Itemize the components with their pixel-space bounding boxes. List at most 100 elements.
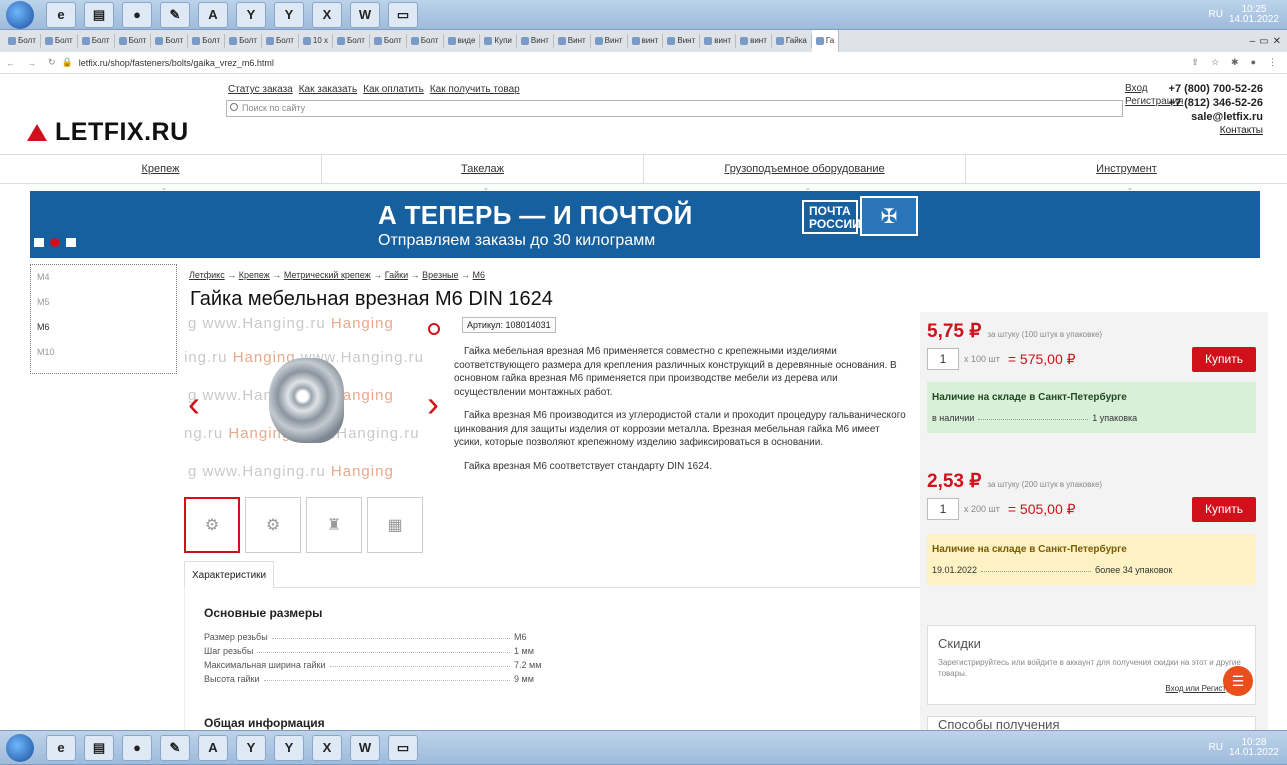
clock[interactable]: 10:28 14.01.2022 bbox=[1229, 737, 1279, 758]
breadcrumb-item[interactable]: Метрический крепеж bbox=[284, 270, 371, 280]
taskbar-app-icon[interactable]: Y bbox=[274, 734, 304, 761]
thumbnail-image[interactable]: ⚙ bbox=[184, 497, 240, 553]
breadcrumb-item[interactable]: Гайки bbox=[385, 270, 408, 280]
maximize-icon[interactable]: ▭ bbox=[1259, 36, 1268, 47]
promo-banner[interactable]: А ТЕПЕРЬ — И ПОЧТОЙ Отправляем заказы до… bbox=[30, 191, 1260, 258]
link-how-to-receive[interactable]: Как получить товар bbox=[430, 84, 520, 95]
profile-icon[interactable]: ● bbox=[1251, 57, 1256, 68]
taskbar-app-icon[interactable]: ▤ bbox=[84, 1, 114, 28]
sidebar-item-m5[interactable]: M5 bbox=[31, 290, 176, 315]
search-input[interactable]: Поиск по сайту bbox=[226, 100, 1123, 117]
share-icon[interactable]: ⇪ bbox=[1191, 57, 1199, 68]
taskbar-app-icon[interactable]: e bbox=[46, 1, 76, 28]
gallery-next-arrow-icon[interactable]: › bbox=[427, 383, 439, 425]
taskbar-app-icon[interactable]: ✎ bbox=[160, 1, 190, 28]
taskbar-app-icon[interactable]: A bbox=[198, 734, 228, 761]
breadcrumb-item[interactable]: М6 bbox=[473, 270, 486, 280]
thumbnail-image[interactable]: ♜ bbox=[306, 497, 362, 553]
buy-button[interactable]: Купить bbox=[1192, 497, 1256, 522]
language-indicator[interactable]: RU bbox=[1208, 9, 1222, 20]
browser-tab[interactable]: Болт bbox=[225, 34, 263, 48]
sidebar-item-m6[interactable]: M6 bbox=[31, 315, 176, 340]
product-image[interactable] bbox=[269, 358, 344, 443]
browser-tab[interactable]: винт bbox=[628, 34, 664, 48]
taskbar-app-icon[interactable]: ▭ bbox=[388, 1, 418, 28]
back-arrow-icon[interactable]: ← bbox=[0, 58, 21, 68]
nav-item-lifting[interactable]: Грузоподъемное оборудование ⌄ bbox=[643, 155, 965, 192]
browser-tab[interactable]: Болт bbox=[41, 34, 78, 48]
forward-arrow-icon[interactable]: → bbox=[21, 58, 42, 68]
quantity-input[interactable]: 1 bbox=[927, 498, 959, 520]
sidebar-item-m10[interactable]: M10 bbox=[31, 340, 176, 365]
discount-login-link[interactable]: Вход bbox=[1165, 684, 1183, 693]
browser-tab[interactable]: Болт bbox=[407, 34, 444, 48]
breadcrumb-item[interactable]: Крепеж bbox=[239, 270, 270, 280]
browser-tab[interactable]: Га bbox=[811, 30, 840, 52]
browser-tab[interactable]: 10 x bbox=[299, 34, 333, 48]
url-input[interactable]: letfix.ru/shop/fasteners/bolts/gaika_vre… bbox=[79, 58, 274, 68]
taskbar-app-icon[interactable]: A bbox=[198, 1, 228, 28]
banner-dot[interactable] bbox=[34, 238, 44, 247]
link-how-to-pay[interactable]: Как оплатить bbox=[363, 84, 424, 95]
taskbar-app-icon[interactable]: X bbox=[312, 734, 342, 761]
star-icon[interactable]: ☆ bbox=[1211, 57, 1219, 68]
product-gallery[interactable]: g www.Hanging.ru Hanging ing.ru Hanging … bbox=[184, 313, 456, 493]
site-logo[interactable]: LETFIX.RU bbox=[27, 118, 189, 147]
taskbar-app-icon[interactable]: W bbox=[350, 734, 380, 761]
browser-tab[interactable]: винт bbox=[700, 34, 737, 48]
taskbar-app-icon[interactable]: Y bbox=[274, 1, 304, 28]
email[interactable]: sale@letfix.ru bbox=[1169, 110, 1263, 124]
breadcrumb-item[interactable]: Врезные bbox=[422, 270, 458, 280]
browser-tab[interactable]: Болт bbox=[188, 34, 226, 48]
nav-item-fasteners[interactable]: Крепеж ⌄ bbox=[0, 155, 321, 192]
reload-icon[interactable]: ↻ bbox=[42, 57, 62, 68]
browser-tab[interactable]: Болт bbox=[262, 34, 299, 48]
language-indicator[interactable]: RU bbox=[1208, 742, 1222, 753]
extensions-icon[interactable]: ✱ bbox=[1231, 57, 1239, 68]
link-how-to-order[interactable]: Как заказать bbox=[299, 84, 357, 95]
breadcrumb-item[interactable]: Летфикс bbox=[189, 270, 225, 280]
clock[interactable]: 10:25 14.01.2022 bbox=[1229, 4, 1279, 25]
chat-icon[interactable]: ☰ bbox=[1223, 666, 1253, 696]
nav-item-tools[interactable]: Инструмент ⌄ bbox=[965, 155, 1287, 192]
browser-tab[interactable]: Купи bbox=[480, 34, 517, 48]
start-button[interactable] bbox=[6, 733, 34, 762]
banner-dot-active[interactable] bbox=[50, 238, 60, 247]
sidebar-item-m4[interactable]: M4 bbox=[31, 265, 176, 290]
browser-tab[interactable]: Болт bbox=[370, 34, 407, 48]
phone-2[interactable]: +7 (812) 346-52-26 bbox=[1169, 96, 1263, 110]
taskbar-app-icon[interactable]: ✎ bbox=[160, 734, 190, 761]
browser-tab[interactable]: Винт bbox=[591, 34, 628, 48]
browser-tab[interactable]: Болт bbox=[333, 34, 370, 48]
browser-tab[interactable]: Винт bbox=[517, 34, 554, 48]
taskbar-app-icon[interactable]: ▤ bbox=[84, 734, 114, 761]
browser-tab[interactable]: винт bbox=[736, 34, 772, 48]
tab-characteristics[interactable]: Характеристики bbox=[184, 561, 275, 588]
taskbar-app-icon[interactable]: Y bbox=[236, 734, 266, 761]
taskbar-app-icon[interactable]: e bbox=[46, 734, 76, 761]
taskbar-app-icon[interactable]: ● bbox=[122, 1, 152, 28]
phone-1[interactable]: +7 (800) 700-52-26 bbox=[1169, 82, 1263, 96]
link-order-status[interactable]: Статус заказа bbox=[228, 84, 293, 95]
browser-tab[interactable]: Винт bbox=[554, 34, 591, 48]
browser-tab[interactable]: Болт bbox=[115, 34, 152, 48]
browser-tab[interactable]: Болт bbox=[4, 34, 41, 48]
menu-dots-icon[interactable]: ⋮ bbox=[1268, 57, 1277, 68]
browser-tab[interactable]: Винт bbox=[663, 34, 701, 48]
start-button[interactable] bbox=[6, 0, 34, 29]
browser-tab[interactable]: Болт bbox=[151, 34, 189, 48]
taskbar-app-icon[interactable]: Y bbox=[236, 1, 266, 28]
contacts-link[interactable]: Контакты bbox=[1169, 124, 1263, 138]
taskbar-app-icon[interactable]: W bbox=[350, 1, 380, 28]
minimize-icon[interactable]: – bbox=[1250, 36, 1256, 47]
browser-tab[interactable]: виде bbox=[444, 34, 481, 48]
taskbar-app-icon[interactable]: ▭ bbox=[388, 734, 418, 761]
zoom-icon[interactable] bbox=[428, 323, 440, 335]
close-icon[interactable]: ✕ bbox=[1273, 36, 1281, 47]
browser-tab[interactable]: Болт bbox=[78, 34, 115, 48]
banner-dot[interactable] bbox=[66, 238, 76, 247]
buy-button[interactable]: Купить bbox=[1192, 347, 1256, 372]
gallery-prev-arrow-icon[interactable]: ‹ bbox=[188, 383, 200, 425]
thumbnail-image[interactable]: ⚙ bbox=[245, 497, 301, 553]
browser-tab[interactable]: Гайка bbox=[772, 34, 812, 48]
